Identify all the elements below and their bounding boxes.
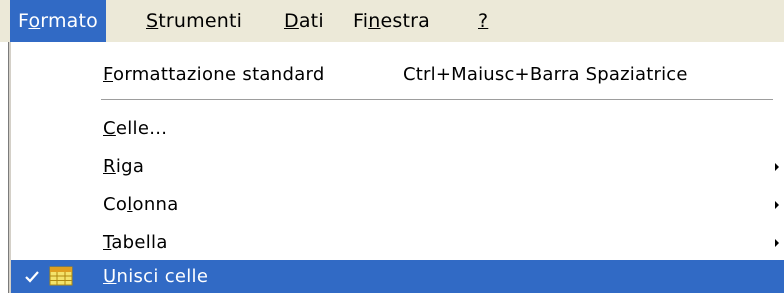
menu-item-label: Riga bbox=[103, 148, 144, 185]
menu-item-colonna[interactable]: Colonna bbox=[11, 186, 784, 223]
menu-item-riga[interactable]: Riga bbox=[11, 148, 784, 185]
menu-finestra-mnemonic: n bbox=[368, 10, 381, 32]
menu-item-label: Celle... bbox=[103, 110, 167, 147]
submenu-arrow-icon bbox=[775, 201, 779, 209]
label-post: onna bbox=[132, 194, 179, 215]
menu-item-label: Tabella bbox=[103, 224, 168, 261]
menu-formato-mnemonic: o bbox=[28, 10, 41, 32]
label-pre: Co bbox=[103, 194, 128, 215]
formato-dropdown-menu: Formattazione standard Ctrl+Maiusc+Barra… bbox=[8, 42, 784, 293]
menu-dati-mnemonic: D bbox=[284, 10, 299, 32]
menu-help-mnemonic: ? bbox=[478, 10, 489, 32]
label-post: iga bbox=[115, 156, 145, 177]
menu-bar: Formato Strumenti Dati Finestra ? bbox=[0, 0, 784, 42]
submenu-arrow-icon bbox=[775, 239, 779, 247]
menu-finestra-text-pre: Fi bbox=[353, 10, 369, 32]
menu-item-formattazione-standard[interactable]: Formattazione standard Ctrl+Maiusc+Barra… bbox=[11, 56, 784, 93]
menu-help[interactable]: ? bbox=[470, 0, 496, 42]
menu-separator bbox=[101, 99, 773, 101]
menu-formato-text-post: rmato bbox=[40, 10, 98, 32]
menu-strumenti-text-post: trumenti bbox=[158, 10, 243, 32]
menu-item-celle[interactable]: Celle... bbox=[11, 110, 784, 147]
menu-item-label: Colonna bbox=[103, 186, 179, 223]
menu-item-label: Formattazione standard bbox=[103, 56, 325, 93]
menu-strumenti[interactable]: Strumenti bbox=[138, 0, 250, 42]
menu-item-unisci-celle[interactable]: Unisci celle bbox=[11, 260, 784, 293]
menu-finestra-text-post: estra bbox=[380, 10, 430, 32]
label-post: ormattazione standard bbox=[113, 64, 325, 85]
menu-finestra[interactable]: Finestra bbox=[345, 0, 438, 42]
label-mnemonic: C bbox=[103, 118, 116, 139]
label-mnemonic: U bbox=[103, 266, 117, 287]
menu-item-shortcut: Ctrl+Maiusc+Barra Spaziatrice bbox=[403, 64, 688, 85]
checkmark-icon bbox=[25, 271, 39, 283]
menu-item-tabella[interactable]: Tabella bbox=[11, 224, 784, 261]
label-mnemonic: R bbox=[103, 156, 116, 177]
menu-strumenti-mnemonic: S bbox=[146, 10, 159, 32]
label-post: abella bbox=[111, 232, 168, 253]
menu-item-label: Unisci celle bbox=[103, 260, 208, 293]
merge-cells-icon bbox=[49, 266, 73, 286]
label-post: elle... bbox=[115, 118, 168, 139]
submenu-arrow-icon bbox=[775, 163, 779, 171]
menu-formato[interactable]: Formato bbox=[10, 0, 106, 42]
menu-formato-text-pre: F bbox=[18, 10, 29, 32]
label-mnemonic: F bbox=[103, 64, 114, 85]
menu-dati[interactable]: Dati bbox=[276, 0, 332, 42]
menu-dati-text-post: ati bbox=[298, 10, 324, 32]
label-post: nisci celle bbox=[116, 266, 209, 287]
